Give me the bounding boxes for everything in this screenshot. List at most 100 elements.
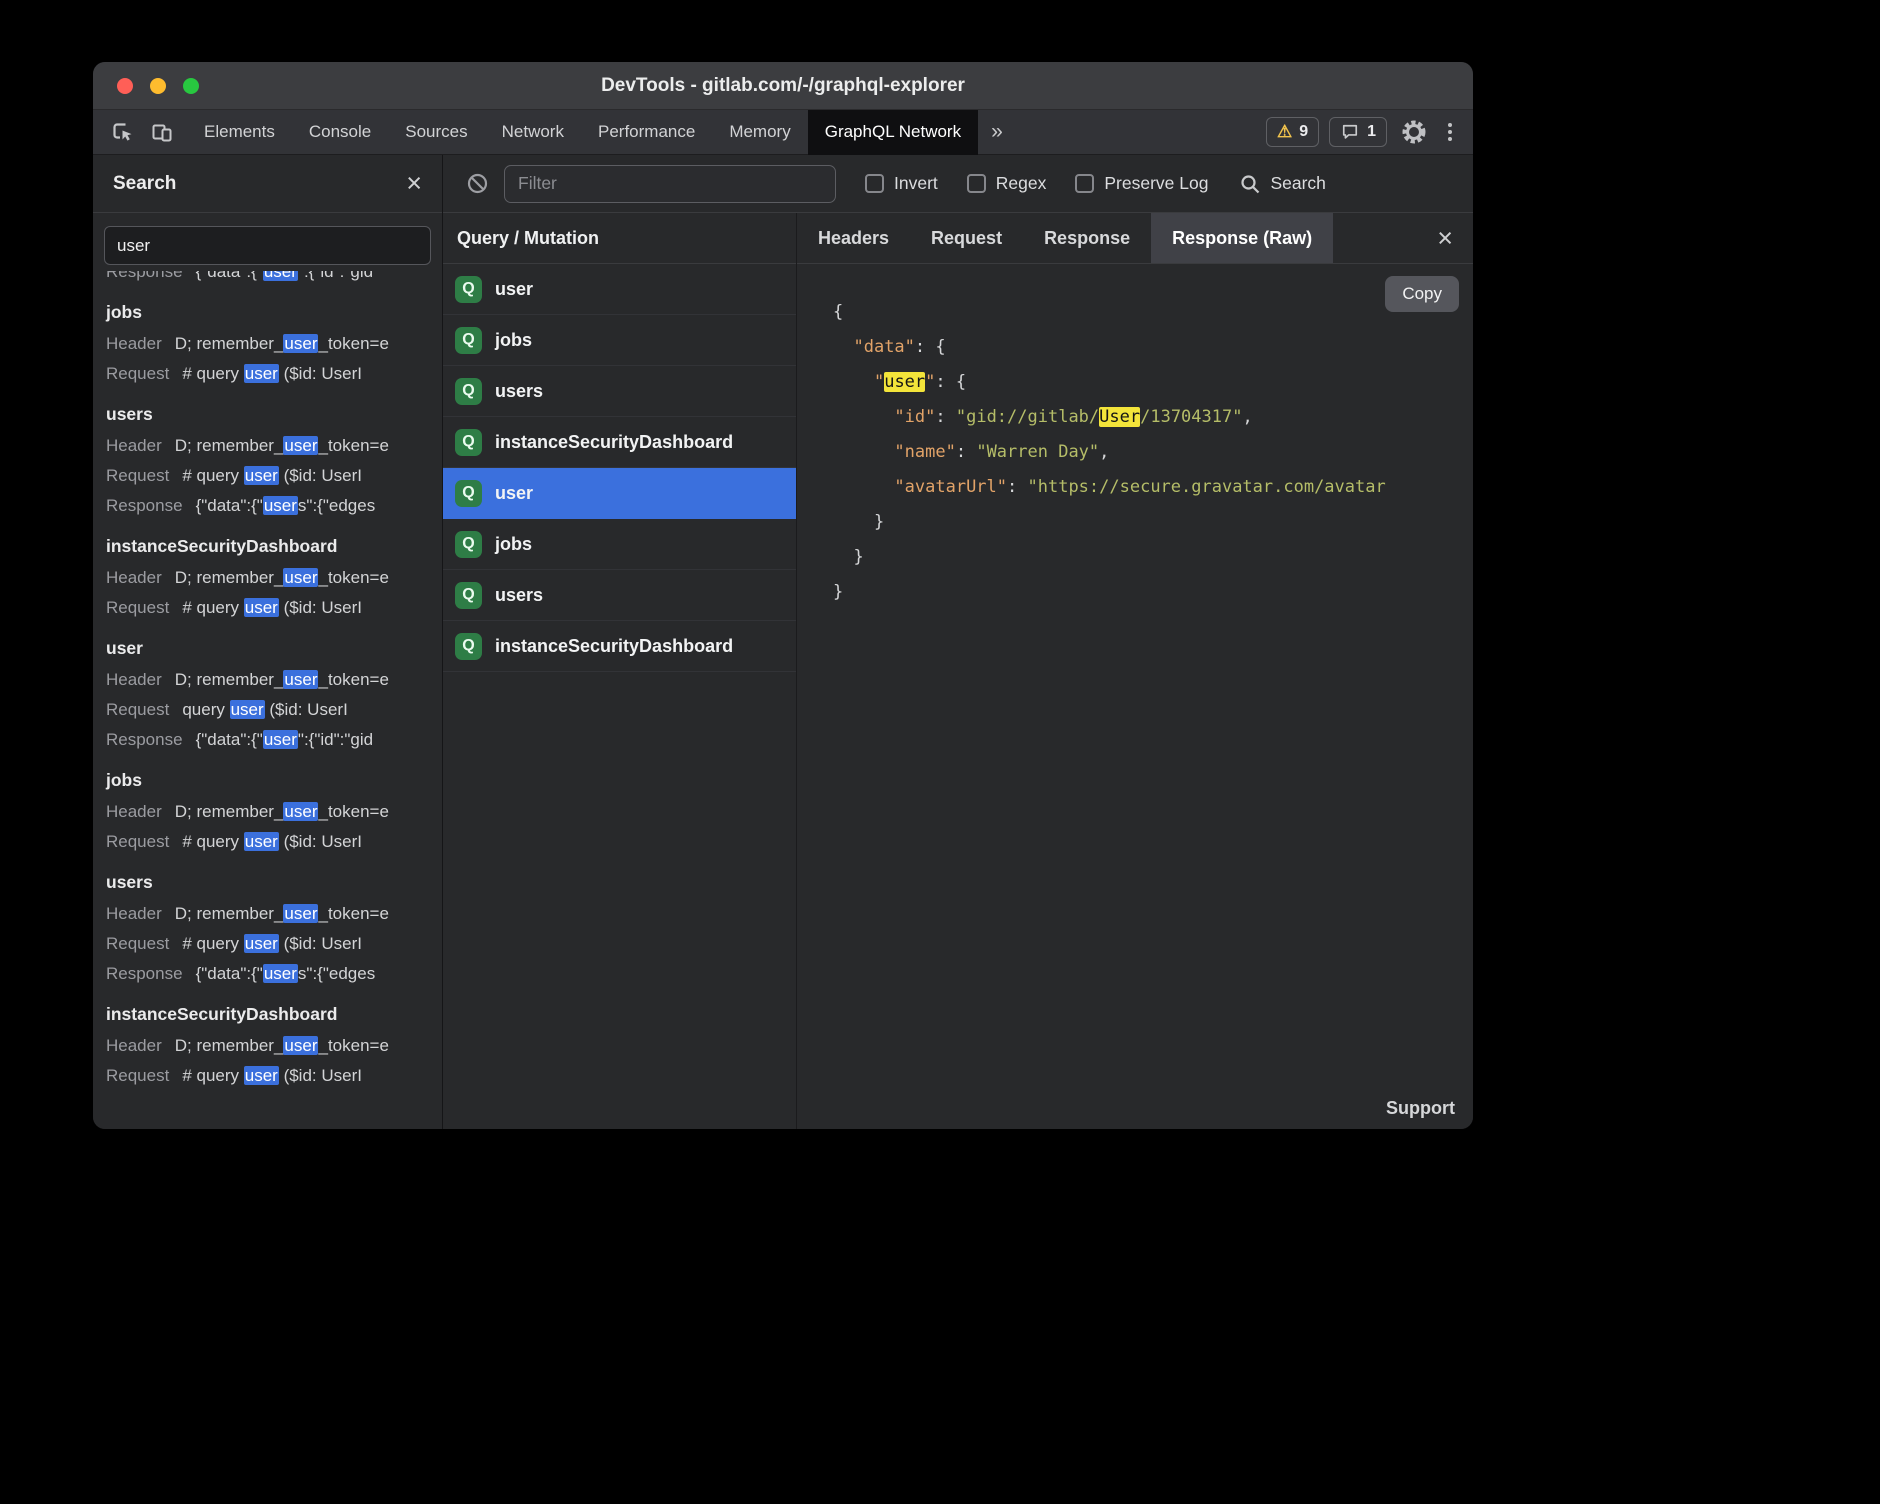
inspect-element-button[interactable] (105, 115, 139, 149)
checkbox-preserve-log[interactable]: Preserve Log (1075, 173, 1208, 194)
device-toolbar-button[interactable] (145, 115, 179, 149)
search-result-line[interactable]: Request# query user ($id: UserI (106, 461, 429, 491)
minimize-window-button[interactable] (150, 78, 166, 94)
match-segment: ":{"id":"gid (298, 271, 373, 281)
search-result-group-title[interactable]: jobs (106, 295, 429, 329)
details-close-button[interactable]: × (1437, 225, 1473, 252)
query-list-item[interactable]: QinstanceSecurityDashboard (443, 621, 796, 672)
query-list-item[interactable]: Qusers (443, 570, 796, 621)
tab-sources[interactable]: Sources (388, 110, 484, 155)
search-result-line[interactable]: Response{"data":{"users":{"edges (106, 491, 429, 521)
query-list-item[interactable]: Qjobs (443, 519, 796, 570)
search-result-line[interactable]: HeaderD; remember_user_token=e (106, 899, 429, 929)
query-list-item[interactable]: QinstanceSecurityDashboard (443, 417, 796, 468)
more-tabs-button[interactable]: » (978, 120, 1016, 144)
query-type-badge: Q (455, 531, 482, 558)
match-segment: # query (182, 466, 243, 485)
json-line: } (833, 575, 1473, 610)
json-segment: { (833, 302, 843, 322)
search-result-line-label: Response (106, 496, 183, 515)
search-result-line[interactable]: Requestquery user ($id: UserI (106, 695, 429, 725)
json-segment: : (1007, 477, 1027, 497)
devtools-toolbar-icons (93, 115, 187, 149)
search-result-line[interactable]: Request# query user ($id: UserI (106, 827, 429, 857)
match-segment: # query (182, 1066, 243, 1085)
details-tab-request[interactable]: Request (910, 213, 1023, 263)
details-tab-response-raw[interactable]: Response (Raw) (1151, 213, 1333, 263)
tab-elements[interactable]: Elements (187, 110, 292, 155)
checkbox-box[interactable] (865, 174, 884, 193)
json-line: } (833, 505, 1473, 540)
search-result-group-title[interactable]: instanceSecurityDashboard (106, 529, 429, 563)
search-icon (1239, 173, 1261, 195)
maximize-window-button[interactable] (183, 78, 199, 94)
tab-performance[interactable]: Performance (581, 110, 712, 155)
tab-console[interactable]: Console (292, 110, 388, 155)
search-result-line-label: Header (106, 904, 162, 923)
match-segment: query (182, 700, 229, 719)
search-result-line[interactable]: HeaderD; remember_user_token=e (106, 329, 429, 359)
details-tab-headers[interactable]: Headers (797, 213, 910, 263)
query-list-item-label: users (495, 585, 543, 606)
search-result-group-title[interactable]: users (106, 865, 429, 899)
query-list-item[interactable]: Quser (443, 468, 796, 519)
search-result-group-title[interactable]: instanceSecurityDashboard (106, 997, 429, 1031)
tab-network[interactable]: Network (485, 110, 581, 155)
issues-badge[interactable]: 1 (1329, 117, 1387, 147)
search-result-line[interactable]: Request# query user ($id: UserI (106, 929, 429, 959)
menu-button[interactable] (1441, 123, 1459, 141)
search-result-group-title[interactable]: user (106, 631, 429, 665)
match-segment: D; remember_ (175, 334, 284, 353)
tab-memory[interactable]: Memory (712, 110, 807, 155)
query-list-item[interactable]: Quser (443, 264, 796, 315)
query-list-item[interactable]: Qusers (443, 366, 796, 417)
details-panel: HeadersRequestResponseResponse (Raw) × C… (797, 213, 1473, 1129)
search-result-line-label: Header (106, 1036, 162, 1055)
search-result-line[interactable]: HeaderD; remember_user_token=e (106, 1031, 429, 1061)
search-result-line-content: query user ($id: UserI (182, 700, 347, 719)
search-result-line[interactable]: Response{"data":{"users":{"edges (106, 959, 429, 989)
checkbox-box[interactable] (1075, 174, 1094, 193)
search-result-line[interactable]: Request# query user ($id: UserI (106, 593, 429, 623)
checkbox-regex[interactable]: Regex (967, 173, 1047, 194)
match-segment: D; remember_ (175, 802, 284, 821)
json-segment: : (956, 442, 976, 462)
search-input[interactable] (104, 226, 431, 265)
search-result-line[interactable]: Response{"data":{"user":{"id":"gid (106, 271, 429, 287)
window-title: DevTools - gitlab.com/-/graphql-explorer (93, 62, 1473, 109)
checkbox-box[interactable] (967, 174, 986, 193)
search-result-line[interactable]: HeaderD; remember_user_token=e (106, 563, 429, 593)
clear-requests-button[interactable] (466, 172, 489, 195)
search-result-line[interactable]: HeaderD; remember_user_token=e (106, 797, 429, 827)
match-segment: user (263, 496, 298, 515)
search-result-line[interactable]: Response{"data":{"user":{"id":"gid (106, 725, 429, 755)
checkbox-label: Regex (996, 173, 1047, 194)
console-warnings-badge[interactable]: ⚠ 9 (1266, 117, 1319, 147)
copy-button[interactable]: Copy (1385, 276, 1459, 312)
search-result-group-title[interactable]: jobs (106, 763, 429, 797)
details-tab-response[interactable]: Response (1023, 213, 1151, 263)
search-result-line-label: Response (106, 964, 183, 983)
tab-graphql-network[interactable]: GraphQL Network (808, 110, 978, 155)
search-result-line[interactable]: Request# query user ($id: UserI (106, 359, 429, 389)
match-segment: ($id: UserI (279, 934, 362, 953)
search-result-line[interactable]: Request# query user ($id: UserI (106, 1061, 429, 1091)
checkbox-invert[interactable]: Invert (865, 173, 938, 194)
search-result-line[interactable]: HeaderD; remember_user_token=e (106, 665, 429, 695)
query-list-item-label: instanceSecurityDashboard (495, 636, 733, 657)
json-segment: "Warren Day" (976, 442, 1099, 462)
match-segment: user (244, 466, 279, 485)
toolbar-search[interactable]: Search (1239, 173, 1325, 195)
json-segment: , (1099, 442, 1109, 462)
query-list-item[interactable]: Qjobs (443, 315, 796, 366)
search-result-group-title[interactable]: users (106, 397, 429, 431)
support-link[interactable]: Support (1386, 1098, 1455, 1119)
search-panel-close-button[interactable]: × (406, 170, 422, 197)
settings-button[interactable] (1397, 115, 1431, 149)
close-window-button[interactable] (117, 78, 133, 94)
search-result-line[interactable]: HeaderD; remember_user_token=e (106, 431, 429, 461)
match-segment: user (244, 598, 279, 617)
json-line: "name": "Warren Day", (833, 435, 1473, 470)
filter-input[interactable] (504, 165, 836, 203)
window-titlebar: DevTools - gitlab.com/-/graphql-explorer (93, 62, 1473, 110)
